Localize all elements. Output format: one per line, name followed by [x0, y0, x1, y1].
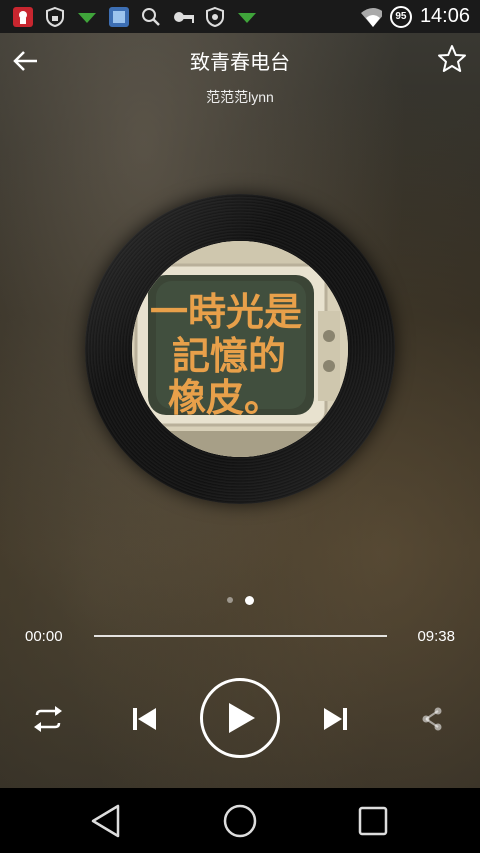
download-icon — [236, 6, 258, 28]
share-button[interactable] — [414, 700, 450, 738]
pager-indicator — [0, 596, 480, 605]
skip-previous-icon — [133, 708, 156, 730]
square-recents-icon — [358, 806, 388, 836]
player-header: 致青春电台 范范范lynn — [0, 33, 480, 113]
album-cover: 一時光是 記憶的 橡皮。 — [132, 241, 348, 457]
progress-slider[interactable] — [94, 635, 387, 637]
share-icon — [422, 707, 442, 731]
app-notification-icon — [12, 6, 34, 28]
favorite-button[interactable] — [436, 43, 468, 75]
nav-back-button[interactable] — [84, 800, 126, 842]
artist-name: 范范范lynn — [206, 89, 274, 105]
nav-recents-button[interactable] — [352, 800, 394, 842]
play-button[interactable] — [200, 678, 280, 758]
pager-dot[interactable] — [226, 597, 233, 603]
cover-text-line-3: 橡皮。 — [168, 375, 282, 420]
cover-text-line-2: 記憶的 — [172, 333, 286, 378]
repeat-icon — [34, 706, 62, 732]
triangle-back-icon — [91, 804, 120, 838]
page-title: 致青春电台 — [190, 50, 290, 74]
nav-home-button[interactable] — [219, 800, 261, 842]
search-icon — [140, 6, 162, 28]
download-icon — [76, 6, 98, 28]
system-nav-bar — [0, 788, 480, 853]
duration: 09:38 — [417, 628, 455, 645]
clock: 14:06 — [419, 5, 470, 27]
key-icon — [172, 6, 194, 28]
shield-icon — [44, 6, 66, 28]
star-icon — [438, 45, 466, 72]
vinyl-disc[interactable]: 一時光是 記憶的 橡皮。 — [85, 194, 395, 504]
wifi-icon — [360, 6, 382, 28]
circle-home-icon — [223, 804, 257, 838]
battery-icon: 95 — [389, 5, 412, 28]
previous-button[interactable] — [124, 699, 164, 739]
skip-next-icon — [324, 708, 347, 730]
app-icon — [108, 6, 130, 28]
pager-dot-active[interactable] — [244, 596, 254, 605]
status-bar: 95 14:06 — [0, 0, 480, 33]
shield-icon — [204, 6, 226, 28]
repeat-button[interactable] — [28, 700, 68, 738]
play-icon — [229, 703, 255, 733]
cover-text-line-1: 一時光是 — [150, 289, 302, 334]
next-button[interactable] — [316, 699, 356, 739]
current-time: 00:00 — [25, 628, 63, 645]
